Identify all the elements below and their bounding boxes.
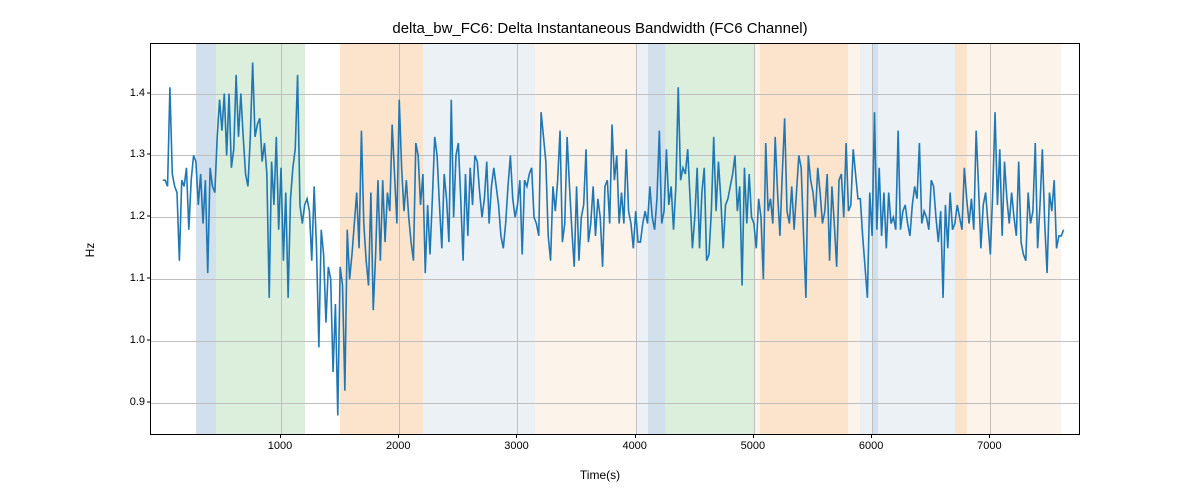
signal-line [151, 44, 1079, 434]
y-tick-label: 0.9 [130, 396, 145, 408]
x-tick-label: 5000 [741, 440, 765, 452]
chart-title: delta_bw_FC6: Delta Instantaneous Bandwi… [0, 20, 1200, 37]
y-tick-label: 1.3 [130, 148, 145, 160]
x-axis-label: Time(s) [0, 468, 1200, 482]
y-tick-label: 1.0 [130, 334, 145, 346]
y-tick-label: 1.4 [130, 87, 145, 99]
x-tick-label: 6000 [859, 440, 883, 452]
x-tick-label: 7000 [977, 440, 1001, 452]
chart-container: delta_bw_FC6: Delta Instantaneous Bandwi… [0, 0, 1200, 500]
x-tick-label: 4000 [622, 440, 646, 452]
y-tick-label: 1.1 [130, 272, 145, 284]
x-tick-label: 2000 [386, 440, 410, 452]
y-axis-label: Hz [83, 243, 97, 258]
plot-area [150, 43, 1080, 435]
y-tick-label: 1.2 [130, 210, 145, 222]
x-tick-label: 1000 [268, 440, 292, 452]
x-tick-label: 3000 [504, 440, 528, 452]
